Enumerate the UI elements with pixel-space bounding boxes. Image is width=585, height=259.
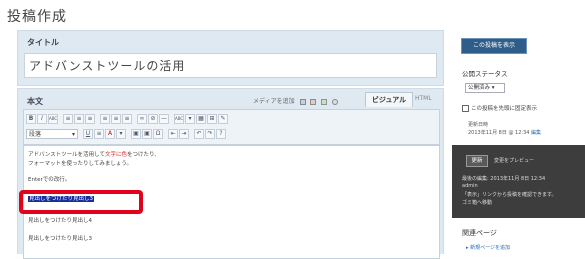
- spellcheck-button[interactable]: ABC: [174, 114, 184, 124]
- editor-line-6: 見出しをつけたり見出し3: [28, 236, 93, 242]
- post-title-input[interactable]: アドバンストツールの活用: [24, 53, 437, 78]
- trash-link[interactable]: ゴミ箱へ移動: [462, 199, 492, 206]
- strikethrough-button[interactable]: ABC: [48, 114, 58, 124]
- image-upload-icon[interactable]: [299, 98, 306, 105]
- more-tag-button[interactable]: —: [159, 114, 169, 124]
- kitchen-sink-button[interactable]: ⊞: [207, 114, 217, 124]
- page-title: 投稿作成: [7, 9, 67, 25]
- related-pages-label: 関連ページ: [462, 229, 497, 237]
- editor-line-1: アドバンストツールを活用して文字に色をつけたり、: [28, 150, 160, 158]
- blockquote-button[interactable]: ≡: [85, 114, 95, 124]
- update-label: 更新日時: [468, 122, 489, 128]
- editor-line-3: Enterでの改行。: [28, 177, 71, 183]
- undo-button[interactable]: ↶: [194, 129, 204, 139]
- toolbar-row-1: B I ABC ≡ ≡ ≡ ≡ ≡ ≡ ∞ ⊘ — ABC ▾ ▦ ⊞ ✎: [26, 113, 228, 125]
- text-color-dropdown-button[interactable]: ▾: [116, 129, 126, 139]
- media-upload[interactable]: メディアを追加: [253, 96, 339, 105]
- video-upload-icon[interactable]: [310, 98, 317, 105]
- editor-line-5: 見出しをつけたり見出し4: [28, 218, 93, 224]
- redo-button[interactable]: ↷: [205, 129, 215, 139]
- update-date: 2013年11月 8日 @ 12:34 編集: [468, 129, 541, 136]
- last-edited-text: 最後の編集: 2013年11月 8日 12:34: [462, 176, 546, 182]
- body-panel: 本文 メディアを追加 ビジュアル HTML B I ABC ≡ ≡ ≡ ≡ ≡ …: [17, 88, 444, 259]
- format-select[interactable]: 段落: [26, 129, 78, 139]
- related-pages-link[interactable]: ▸ 新規ページを追加: [466, 244, 510, 251]
- title-label: タイトル: [27, 38, 59, 47]
- italic-button[interactable]: I: [37, 114, 47, 124]
- upload-label: メディアを追加: [253, 98, 295, 105]
- text-color-button[interactable]: A: [105, 129, 115, 139]
- red-text: 文字に色: [105, 152, 128, 158]
- body-label: 本文: [27, 97, 43, 106]
- editor-line-2: フォーマットを使ったりしてみましょう。: [28, 161, 133, 167]
- numbered-list-button[interactable]: ≡: [74, 114, 84, 124]
- unlink-button[interactable]: ⊘: [148, 114, 158, 124]
- title-panel: タイトル アドバンストツールの活用: [17, 30, 444, 86]
- line1-text-end: をつけたり、: [127, 152, 160, 158]
- sticky-checkbox[interactable]: この投稿を先頭に固定表示: [462, 104, 537, 112]
- link-button[interactable]: ∞: [137, 114, 147, 124]
- info-text: 「表示」リンクから投稿を確認できます。: [462, 192, 557, 198]
- checkbox-icon[interactable]: [462, 105, 469, 112]
- fullscreen-button[interactable]: ▦: [196, 114, 206, 124]
- outdent-button[interactable]: ⇤: [168, 129, 178, 139]
- edit-button[interactable]: ✎: [218, 114, 228, 124]
- bold-button[interactable]: B: [26, 114, 36, 124]
- status-label: 公開ステータス: [462, 70, 508, 78]
- special-char-button[interactable]: Ω: [153, 129, 163, 139]
- justify-button[interactable]: ≡: [94, 129, 104, 139]
- preview-link[interactable]: 変更をプレビュー: [494, 157, 534, 164]
- status-value: 公開済み: [468, 85, 491, 91]
- spellcheck-dropdown-button[interactable]: ▾: [185, 114, 195, 124]
- align-left-button[interactable]: ≡: [100, 114, 110, 124]
- status-select[interactable]: 公開済み ▾: [465, 83, 505, 93]
- audio-upload-icon[interactable]: [321, 98, 328, 105]
- line1-text: アドバンストツールを活用して: [28, 152, 106, 158]
- media-upload-icon[interactable]: [332, 98, 339, 105]
- help-button[interactable]: ?: [216, 129, 226, 139]
- tab-visual[interactable]: ビジュアル: [365, 92, 413, 107]
- post-editor-page: 投稿作成 タイトル アドバンストツールの活用 本文 メディアを追加 ビジュアル …: [0, 0, 585, 259]
- paste-text-button[interactable]: ▣: [131, 129, 141, 139]
- indent-button[interactable]: ⇥: [179, 129, 189, 139]
- paste-word-button[interactable]: ▣: [142, 129, 152, 139]
- align-center-button[interactable]: ≡: [111, 114, 121, 124]
- tab-html[interactable]: HTML: [415, 95, 432, 102]
- update-edit-link[interactable]: 編集: [531, 130, 541, 136]
- show-post-button[interactable]: この投稿を表示: [461, 38, 527, 54]
- sticky-label: この投稿を先頭に固定表示: [471, 106, 538, 112]
- underline-button[interactable]: U: [83, 129, 93, 139]
- update-date-value: 2013年11月 8日 @ 12:34: [468, 130, 530, 136]
- author-text: admin: [462, 183, 478, 189]
- highlight-annotation-box: [19, 190, 143, 214]
- align-right-button[interactable]: ≡: [122, 114, 132, 124]
- toolbar-row-2: 段落 U ≡ A ▾ ▣ ▣ Ω ⇤ ⇥ ↶ ↷ ?: [26, 128, 226, 140]
- bullet-list-button[interactable]: ≡: [63, 114, 73, 124]
- editor-toolbar: B I ABC ≡ ≡ ≡ ≡ ≡ ≡ ∞ ⊘ — ABC ▾ ▦ ⊞ ✎ 段落…: [23, 109, 440, 145]
- update-button[interactable]: 更新: [466, 155, 488, 167]
